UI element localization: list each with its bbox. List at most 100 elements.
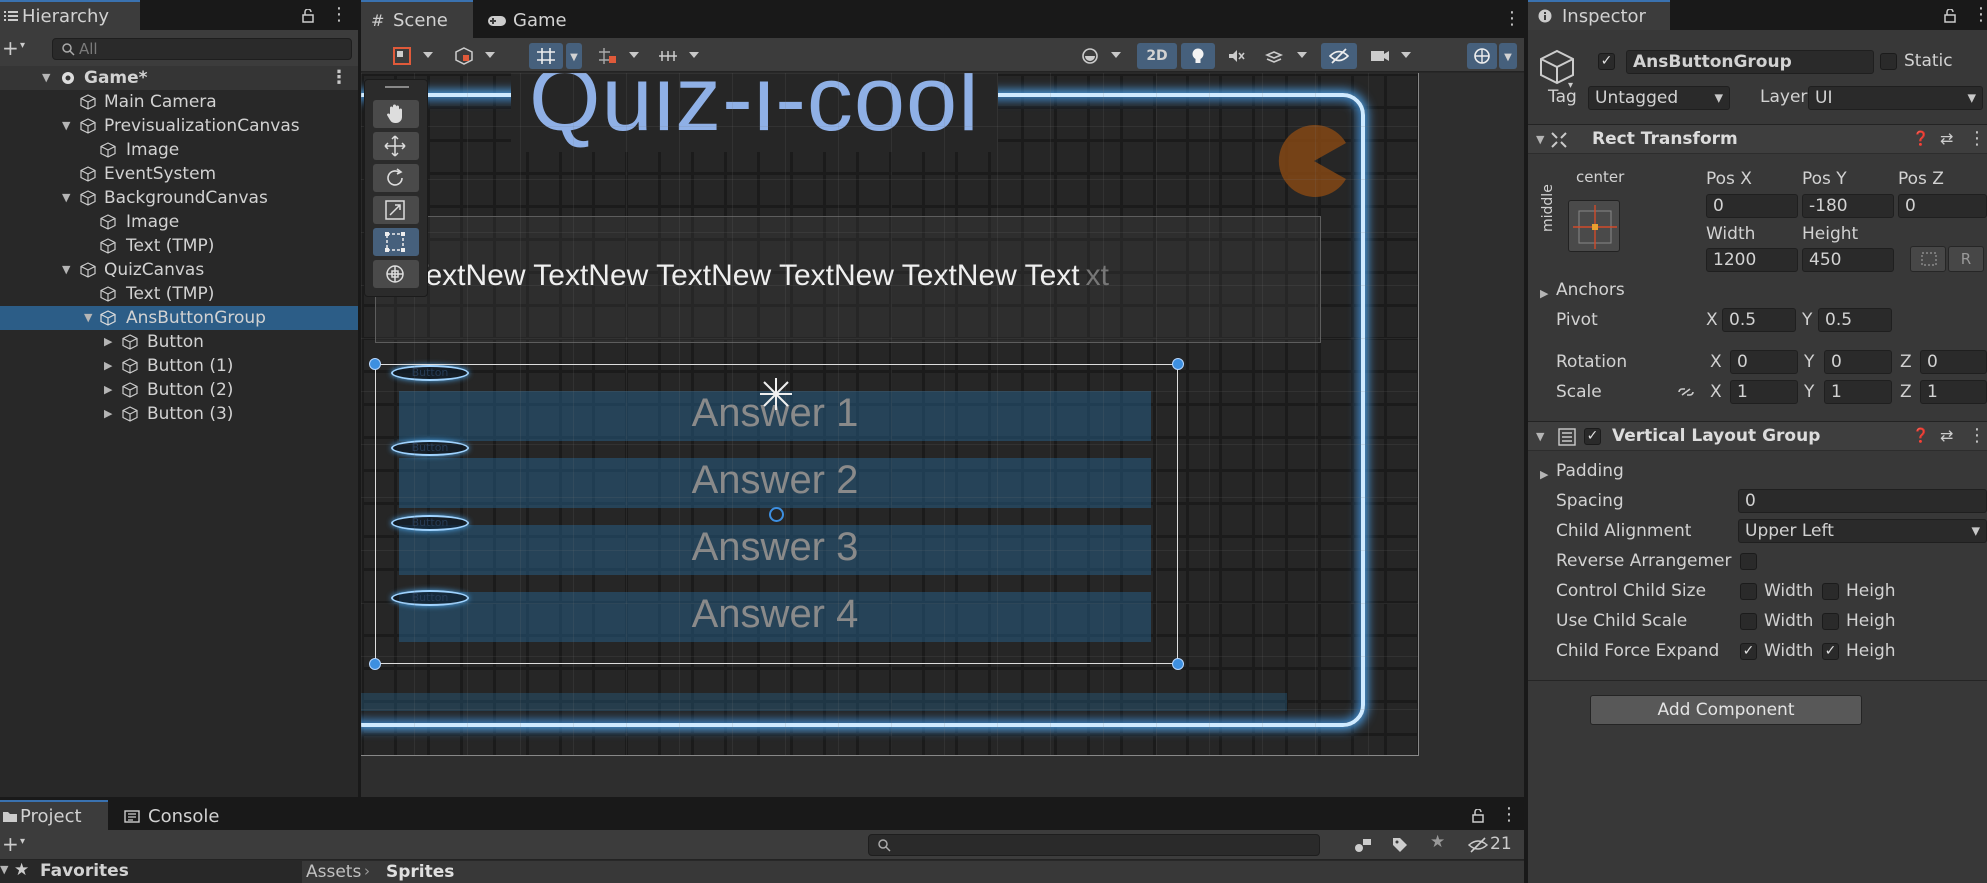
lighting-toggle-button[interactable]: [1181, 43, 1215, 69]
collapse-arrow-icon[interactable]: ▼: [62, 114, 76, 138]
tree-item[interactable]: Text (TMP): [0, 234, 358, 258]
resize-handle[interactable]: [369, 658, 381, 670]
filter-by-type-icon[interactable]: [1354, 837, 1372, 853]
gizmos-dropdown[interactable]: ▼: [1499, 43, 1517, 69]
object-name-field[interactable]: AnsButtonGroup: [1626, 50, 1874, 74]
width-field[interactable]: 1200: [1706, 248, 1798, 272]
chevron-down-icon[interactable]: [1401, 52, 1411, 58]
tree-item[interactable]: ▼ BackgroundCanvas: [0, 186, 358, 210]
tag-dropdown[interactable]: Untagged: [1588, 86, 1730, 110]
tree-item-selected[interactable]: ▼ AnsButtonGroup: [0, 306, 358, 330]
draw-mode-button[interactable]: [387, 43, 417, 69]
tree-item[interactable]: Image: [0, 210, 358, 234]
increment-snap-button[interactable]: [653, 43, 683, 69]
force-width-checkbox[interactable]: ✓: [1740, 643, 1757, 660]
tree-item[interactable]: ▶ Button (3): [0, 402, 358, 426]
collapse-arrow-icon[interactable]: ▼: [84, 306, 98, 330]
expand-arrow-icon[interactable]: ▶: [104, 330, 118, 354]
scale-height-checkbox[interactable]: [1822, 613, 1839, 630]
lock-icon[interactable]: [1472, 809, 1484, 823]
layer-dropdown[interactable]: UI: [1808, 86, 1983, 110]
expand-arrow-icon[interactable]: ▶: [1540, 468, 1548, 481]
collapse-arrow-icon[interactable]: ▼: [62, 258, 76, 282]
tab-inspector[interactable]: Inspector: [1528, 0, 1670, 30]
resize-handle[interactable]: [1172, 358, 1184, 370]
tab-scene[interactable]: # Scene: [361, 0, 473, 38]
anchors-label[interactable]: Anchors: [1556, 280, 1625, 300]
chevron-down-icon[interactable]: ▾: [20, 836, 25, 847]
help-icon[interactable]: ❓: [1912, 131, 1929, 147]
shading-mode-button[interactable]: [1075, 43, 1105, 69]
tree-item[interactable]: ▶ Button (2): [0, 378, 358, 402]
tree-item[interactable]: ▼ PrevisualizationCanvas: [0, 114, 358, 138]
tab-console[interactable]: Console: [112, 800, 232, 830]
active-checkbox[interactable]: ✓: [1598, 53, 1615, 70]
camera-button[interactable]: [1365, 43, 1395, 69]
gizmos-button[interactable]: [1467, 43, 1497, 69]
expand-arrow-icon[interactable]: ▶: [104, 354, 118, 378]
lock-icon[interactable]: [1944, 9, 1956, 23]
collapse-arrow-icon[interactable]: ▼: [0, 863, 8, 876]
favorites-row[interactable]: ▼ ★ Favorites: [0, 860, 300, 883]
preset-sliders-icon[interactable]: ⇄: [1940, 426, 1953, 445]
vertical-layout-group-header[interactable]: ▼ ✓ Vertical Layout Group ❓ ⇄ ⋮: [1528, 421, 1987, 451]
scale-y-field[interactable]: 1: [1824, 380, 1892, 404]
panel-divider[interactable]: [1524, 0, 1528, 883]
tree-item[interactable]: Text (TMP): [0, 282, 358, 306]
add-icon[interactable]: +: [2, 36, 19, 60]
collapse-arrow-icon[interactable]: ▼: [42, 66, 56, 90]
tree-item[interactable]: ▶ Button (1): [0, 354, 358, 378]
kebab-menu-icon[interactable]: ⋮: [1968, 427, 1986, 445]
pivot-x-field[interactable]: 0.5: [1722, 308, 1796, 332]
expand-arrow-icon[interactable]: ▶: [104, 378, 118, 402]
rotation-y-field[interactable]: 0: [1824, 350, 1892, 374]
resize-handle[interactable]: [369, 358, 381, 370]
view-tool-button[interactable]: [373, 100, 419, 128]
component-enabled-checkbox[interactable]: ✓: [1584, 428, 1601, 445]
collapse-arrow-icon[interactable]: ▼: [62, 186, 76, 210]
chevron-down-icon[interactable]: [1111, 52, 1121, 58]
tab-game[interactable]: Game: [477, 0, 587, 38]
scale-width-checkbox[interactable]: [1740, 613, 1757, 630]
kebab-menu-icon[interactable]: ⋮: [330, 69, 348, 87]
scene-viewport[interactable]: Quiz-i-cool w TextNew TextNew TextNew Te…: [361, 73, 1524, 800]
render-mode-button[interactable]: [449, 43, 479, 69]
pos-z-field[interactable]: 0: [1898, 194, 1987, 218]
drag-handle[interactable]: [385, 86, 409, 88]
transform-tool-button[interactable]: [373, 260, 419, 288]
padding-label[interactable]: Padding: [1556, 461, 1624, 481]
project-search-input[interactable]: [868, 834, 1320, 856]
resize-handle[interactable]: [1172, 658, 1184, 670]
scale-z-field[interactable]: 1: [1920, 380, 1987, 404]
panel-divider[interactable]: [0, 797, 1524, 800]
control-height-checkbox[interactable]: [1822, 583, 1839, 600]
toggle-2d-button[interactable]: 2D: [1137, 43, 1177, 69]
eye-slash-icon[interactable]: [1468, 837, 1488, 853]
expand-arrow-icon[interactable]: ▶: [104, 402, 118, 426]
kebab-menu-icon[interactable]: ⋮: [1968, 130, 1986, 148]
static-checkbox[interactable]: [1880, 53, 1897, 70]
rotation-z-field[interactable]: 0: [1920, 350, 1987, 374]
rect-transform-header[interactable]: ▼ Rect Transform ❓ ⇄ ⋮: [1528, 124, 1987, 154]
tree-item[interactable]: ▼ QuizCanvas: [0, 258, 358, 282]
grid-snap-button[interactable]: [529, 43, 563, 69]
tab-project[interactable]: Project: [0, 800, 108, 830]
chevron-down-icon[interactable]: ▾: [20, 40, 25, 51]
height-field[interactable]: 450: [1802, 248, 1894, 272]
pos-x-field[interactable]: 0: [1706, 194, 1798, 218]
help-icon[interactable]: ❓: [1912, 428, 1929, 444]
scale-x-field[interactable]: 1: [1730, 380, 1798, 404]
chevron-down-icon[interactable]: [485, 52, 495, 58]
add-icon[interactable]: +: [2, 832, 19, 856]
collapse-arrow-icon[interactable]: ▼: [1536, 133, 1544, 146]
tab-hierarchy[interactable]: Hierarchy: [0, 0, 140, 30]
expand-arrow-icon[interactable]: ▶: [1540, 287, 1548, 300]
kebab-menu-icon[interactable]: ⋮: [330, 6, 348, 24]
label-tag-icon[interactable]: [1392, 837, 1408, 853]
tree-item-game-scene[interactable]: ▼ Game* ⋮: [0, 66, 358, 90]
force-height-checkbox[interactable]: ✓: [1822, 643, 1839, 660]
rect-tool-button[interactable]: [373, 228, 419, 256]
audio-toggle-button[interactable]: [1219, 43, 1253, 69]
snap-increment-button[interactable]: [593, 43, 623, 69]
anchor-presets-button[interactable]: [1568, 200, 1620, 252]
